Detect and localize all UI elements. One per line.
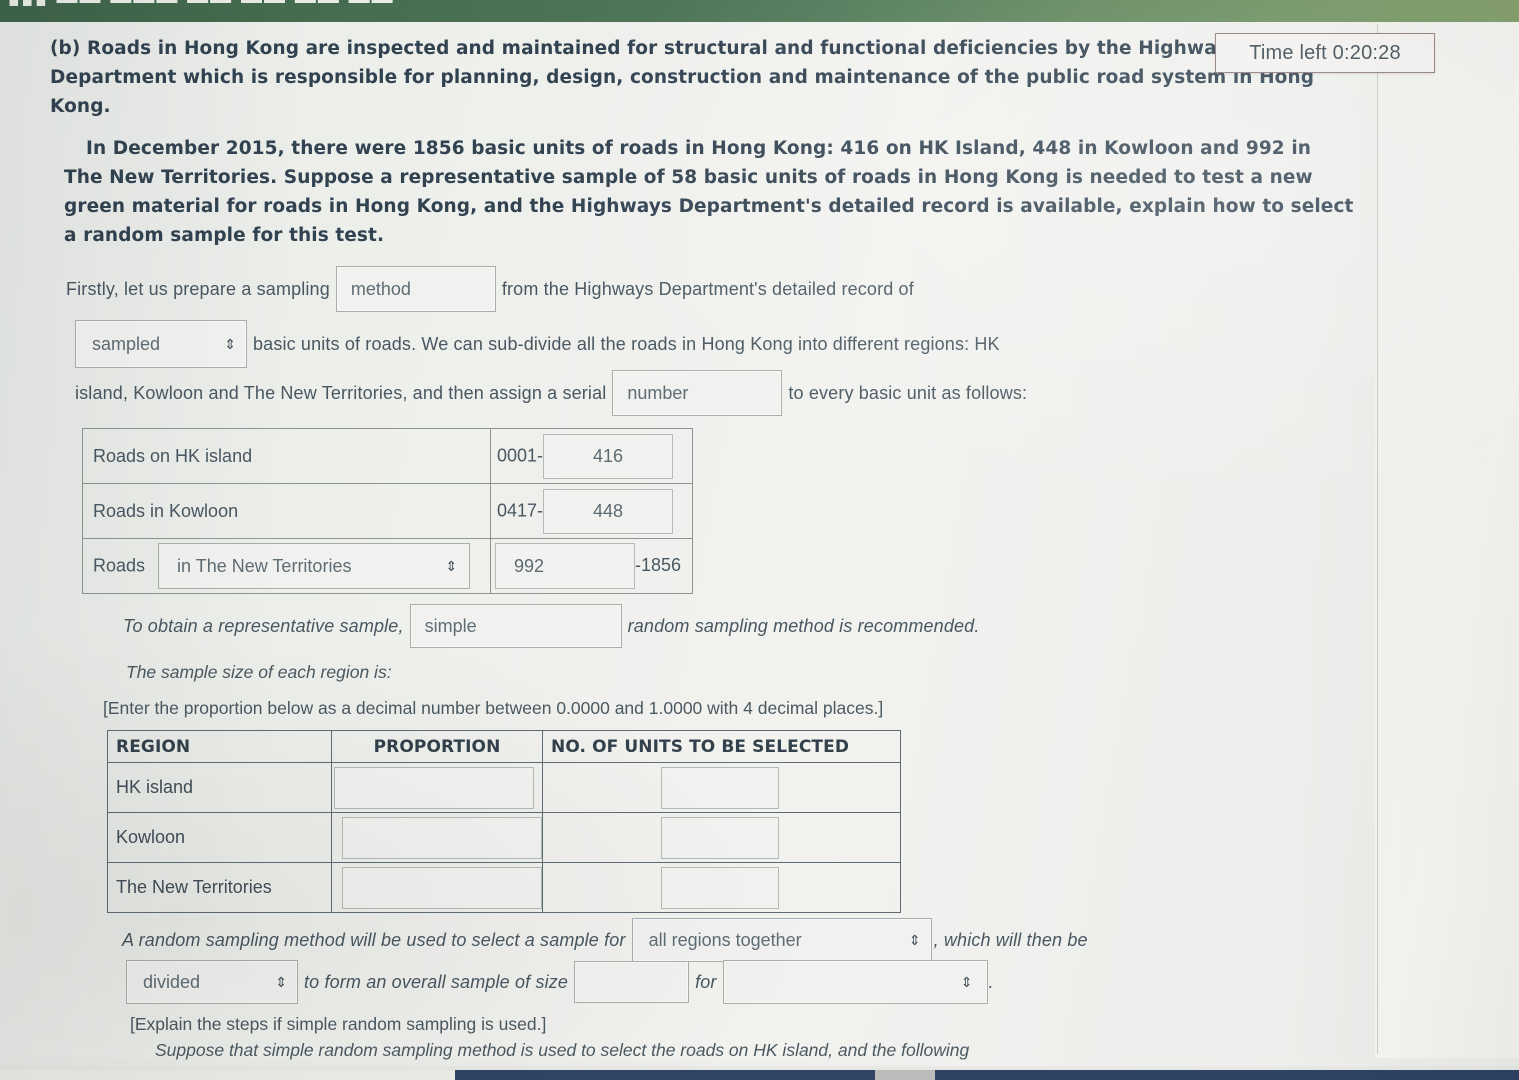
taskbar-segment-window-a[interactable] (455, 1070, 875, 1080)
scenario-paragraph: In December 2015, there were 1856 basic … (64, 134, 1354, 250)
units-input[interactable] (661, 866, 779, 909)
fill-line-1-suffix: from the Highways Department's detailed … (501, 278, 914, 299)
table-row: Kowloon (107, 812, 901, 863)
closing-a-prefix: A random sampling method will be used to… (122, 929, 626, 950)
taskbar-segment-window-b[interactable] (935, 1070, 1519, 1080)
region-select-value: in The New Territories (177, 555, 352, 576)
scope-select[interactable]: all regions together ⇕ (631, 918, 932, 962)
table-header-row: REGION PROPORTION NO. OF UNITS TO BE SEL… (107, 730, 901, 763)
scenario-paragraph-text: In December 2015, there were 1856 basic … (64, 138, 1354, 246)
units-input[interactable] (661, 816, 779, 859)
proportion-instruction-note: [Enter the proportion below as a decimal… (103, 698, 884, 718)
closing-b-text-1: to form an overall sample of size (304, 971, 569, 992)
recommendation-prefix: To obtain a representative sample, (123, 615, 404, 636)
units-cell (542, 812, 901, 863)
row-label: Roads on HK island (82, 428, 491, 484)
intro-paragraph-text: (b) Roads in Hong Kong are inspected and… (50, 38, 1315, 117)
sampled-select-value: sampled (92, 333, 161, 354)
units-cell (542, 862, 901, 913)
table-row: HK island (107, 762, 901, 813)
chevron-updown-icon: ⇕ (908, 932, 921, 948)
closing-b-period: . (988, 971, 994, 992)
fill-line-2: sampled ⇕ basic units of roads. We can s… (75, 320, 1006, 368)
proportion-input[interactable] (342, 866, 542, 909)
divided-select[interactable]: divided ⇕ (126, 960, 298, 1004)
region-name: The New Territories (107, 862, 332, 913)
recommendation-line: To obtain a representative sample, simpl… (123, 604, 985, 648)
suppose-line: Suppose that simple random sampling meth… (155, 1040, 970, 1060)
sample-size-note: The sample size of each region is: (126, 662, 392, 682)
table-row: Roads on HK island 0001- 416 (82, 428, 693, 484)
region-name: Kowloon (107, 812, 332, 863)
explain-steps-note: [Explain the steps if simple random samp… (130, 1014, 547, 1034)
proportion-cell (331, 762, 543, 813)
number-input[interactable]: number (612, 370, 783, 416)
scope-select-value: all regions together (648, 929, 802, 950)
taskbar-segment-left (0, 1070, 455, 1080)
closing-b-text-2: for (695, 971, 717, 992)
recommendation-suffix: random sampling method is recommended. (627, 615, 980, 636)
range-start: 0001- (497, 444, 544, 465)
fill-line-2-suffix: basic units of roads. We can sub-divide … (253, 333, 1000, 354)
row-range: 992 -1856 (490, 538, 693, 594)
time-left-badge: Time left 0:20:28 (1215, 33, 1435, 73)
divided-select-value: divided (143, 971, 201, 992)
fill-line-1: Firstly, let us prepare a sampling metho… (66, 266, 920, 312)
range-end-input[interactable]: 416 (543, 433, 674, 479)
column-header-region: REGION (107, 730, 332, 763)
region-select[interactable]: in The New Territories ⇕ (158, 543, 471, 589)
table-row: Roads in Kowloon 0417- 448 (82, 483, 693, 539)
row-label-prefix: Roads (93, 555, 146, 576)
row-range: 0417- 448 (490, 483, 693, 539)
content-edge-divider (1377, 24, 1378, 1054)
row-label-composite: Roads in The New Territories ⇕ (82, 538, 491, 594)
chevron-updown-icon: ⇕ (960, 974, 973, 990)
chevron-updown-icon: ⇕ (445, 557, 458, 574)
proportion-cell (331, 862, 543, 913)
closing-a-suffix: , which will then be (933, 929, 1088, 950)
proportion-table: REGION PROPORTION NO. OF UNITS TO BE SEL… (107, 730, 901, 913)
column-header-units: NO. OF UNITS TO BE SELECTED (542, 730, 901, 763)
for-target-select[interactable]: ⇕ (722, 960, 988, 1004)
serial-number-table: Roads on HK island 0001- 416 Roads in Kow… (82, 428, 693, 594)
screenshot-viewport: ▮▮▮ ▬▬ ▬▬▬ ▬▬ ▬▬ ▬▬ ▬▬ (b) Roads in Hong… (0, 0, 1519, 1080)
units-cell (542, 762, 901, 813)
units-input[interactable] (661, 766, 779, 809)
time-left-label: Time left 0:20:28 (1249, 41, 1401, 64)
proportion-input[interactable] (334, 766, 534, 809)
fill-line-3-suffix: to every basic unit as follows: (788, 382, 1028, 403)
fill-line-3: island, Kowloon and The New Territories,… (75, 370, 1033, 416)
fill-line-1-prefix: Firstly, let us prepare a sampling (66, 278, 330, 299)
region-name: HK island (107, 762, 332, 813)
bottom-taskbar (0, 1066, 1519, 1080)
row-range: 0001- 416 (490, 428, 693, 484)
range-end: -1856 (635, 554, 682, 575)
page-right-gutter (1375, 22, 1519, 1058)
range-start: 0417- (497, 499, 544, 520)
simple-input[interactable]: simple (409, 604, 622, 648)
sample-size-input[interactable] (574, 961, 690, 1003)
sampled-select[interactable]: sampled ⇕ (75, 320, 247, 368)
proportion-cell (331, 812, 543, 863)
taskbar-segment-gap (875, 1070, 935, 1080)
table-row-new-territories: Roads in The New Territories ⇕ 992 -1856 (82, 538, 693, 594)
method-input[interactable]: method (335, 266, 496, 312)
intro-paragraph: (b) Roads in Hong Kong are inspected and… (50, 34, 1350, 121)
range-end-input[interactable]: 448 (543, 488, 674, 534)
chevron-updown-icon: ⇕ (224, 336, 236, 352)
closing-line-b: divided ⇕ to form an overall sample of s… (126, 960, 1000, 1004)
fill-line-3-prefix: island, Kowloon and The New Territories,… (75, 382, 607, 403)
row-label: Roads in Kowloon (82, 483, 491, 539)
closing-line-a: A random sampling method will be used to… (122, 918, 1094, 962)
green-bar-glyphs: ▮▮▮ ▬▬ ▬▬▬ ▬▬ ▬▬ ▬▬ ▬▬ (8, 0, 395, 9)
table-row: The New Territories (107, 862, 901, 913)
range-start-input[interactable]: 992 (495, 543, 635, 589)
proportion-input[interactable] (342, 816, 542, 859)
chevron-updown-icon: ⇕ (275, 974, 287, 990)
top-green-bar: ▮▮▮ ▬▬ ▬▬▬ ▬▬ ▬▬ ▬▬ ▬▬ (0, 0, 1519, 22)
column-header-proportion: PROPORTION (331, 730, 543, 763)
